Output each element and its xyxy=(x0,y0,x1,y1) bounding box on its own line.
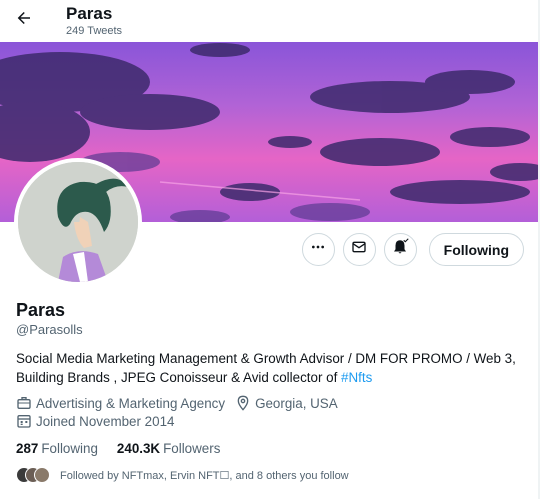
following-button[interactable]: Following xyxy=(428,233,524,266)
message-button[interactable] xyxy=(342,233,376,266)
followed-by-text: Followed by NFTmax, Ervin NFT☐, and 8 ot… xyxy=(60,469,349,482)
header-name: Paras xyxy=(66,4,113,23)
profile-category: Advertising & Marketing Agency xyxy=(16,395,225,411)
location-text: Georgia, USA xyxy=(255,395,338,411)
profile-header: Paras 249 Tweets xyxy=(0,0,540,42)
mail-icon xyxy=(351,239,367,260)
back-button[interactable] xyxy=(10,6,38,34)
bio-text: Social Media Marketing Management & Grow… xyxy=(16,351,516,385)
more-icon xyxy=(310,239,326,260)
following-count: 287 xyxy=(16,441,39,456)
calendar-icon xyxy=(16,413,32,429)
following-label: Following xyxy=(41,441,98,456)
followed-by-avatars xyxy=(16,467,50,483)
arrow-left-icon xyxy=(15,9,33,32)
profile-meta: Advertising & Marketing Agency Georgia, … xyxy=(16,395,348,411)
followers-count-link[interactable]: 240.3K Followers xyxy=(117,441,220,456)
profile-avatar[interactable] xyxy=(14,158,142,286)
user-handle: @Parasolls xyxy=(16,322,83,337)
bio-hashtag-link[interactable]: #Nfts xyxy=(341,370,372,385)
profile-location: Georgia, USA xyxy=(235,395,338,411)
avatar xyxy=(34,467,50,483)
display-name: Paras xyxy=(16,300,66,320)
location-pin-icon xyxy=(235,395,251,411)
profile-joined: Joined November 2014 xyxy=(16,413,174,429)
joined-text: Joined November 2014 xyxy=(36,413,175,429)
more-button[interactable] xyxy=(301,233,335,266)
header-tweet-count: 249 Tweets xyxy=(66,25,123,37)
profile-bio: Social Media Marketing Management & Grow… xyxy=(16,349,528,387)
notifications-button[interactable] xyxy=(383,233,417,266)
bell-icon xyxy=(391,238,409,261)
briefcase-icon xyxy=(16,395,32,411)
followed-by-link[interactable]: Followed by NFTmax, Ervin NFT☐, and 8 ot… xyxy=(16,467,349,483)
profile-stats: 287 Following 240.3K Followers xyxy=(16,441,239,456)
followers-count: 240.3K xyxy=(116,441,161,456)
following-count-link[interactable]: 287 Following xyxy=(16,441,98,456)
category-text: Advertising & Marketing Agency xyxy=(36,395,226,411)
followers-label: Followers xyxy=(163,441,221,456)
profile-actions: Following xyxy=(301,233,524,266)
